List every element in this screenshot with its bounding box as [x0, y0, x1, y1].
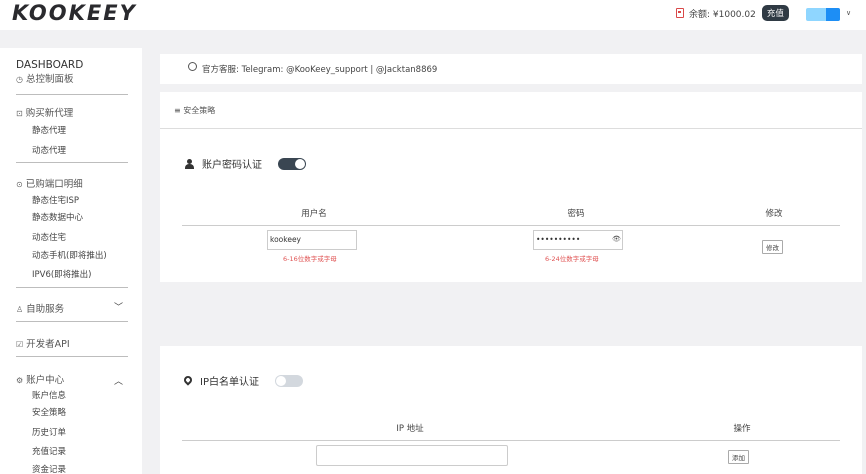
buy-proxy-label: 购买新代理: [25, 108, 74, 119]
add-button[interactable]: 添加: [728, 450, 749, 464]
password-auth-title: 账户密码认证: [202, 160, 262, 171]
sidebar-dashboard[interactable]: DASHBOARD ◷ 总控制面板: [16, 59, 83, 85]
balance-label: 余额: ¥1000.02: [689, 9, 756, 20]
column-modify: 修改: [765, 209, 783, 219]
edit-icon: ☑: [16, 340, 24, 349]
user-avatar[interactable]: [806, 8, 840, 21]
username-input[interactable]: kookeey: [267, 230, 357, 250]
divider: [16, 321, 128, 322]
ip-whitelist-panel: IP白名单认证 IP 地址 操作 添加: [160, 346, 862, 474]
ip-whitelist-title: IP白名单认证: [200, 377, 259, 388]
sidebar-item-recharge-records[interactable]: 充值记录: [32, 445, 66, 457]
sidebar-purchased[interactable]: ⊙ 已购端口明细: [16, 176, 83, 190]
sidebar: DASHBOARD ◷ 总控制面板 ⊡ 购买新代理 静态代理 动态代理 ⊙ 已购端口明…: [0, 48, 142, 474]
sidebar-item-orders[interactable]: 历史订单: [32, 426, 66, 438]
purchased-label: 已购端口明细: [25, 179, 83, 190]
list-icon: ⊙: [16, 180, 23, 189]
dashboard-sub: 总控制面板: [25, 74, 74, 85]
column-ip-address: IP 地址: [396, 424, 424, 434]
sidebar-item-account-info[interactable]: 账户信息: [32, 389, 66, 401]
clock-icon: ◷: [16, 75, 23, 84]
eye-icon[interactable]: 👁: [612, 235, 621, 243]
ip-whitelist-toggle[interactable]: [274, 374, 303, 387]
chevron-down-icon[interactable]: ∨: [846, 9, 851, 17]
password-auth-toggle[interactable]: [278, 157, 306, 170]
divider: [16, 162, 128, 163]
recharge-button[interactable]: 充值: [761, 5, 789, 21]
location-pin-icon: [184, 376, 192, 386]
developer-api-label: 开发者API: [26, 339, 70, 350]
cart-icon: ⊡: [16, 109, 23, 118]
sidebar-buy-proxy[interactable]: ⊡ 购买新代理: [16, 105, 73, 119]
divider: [16, 287, 128, 288]
page-title: ≡ 安全策略: [160, 92, 862, 129]
sidebar-item-static-proxy[interactable]: 静态代理: [32, 124, 66, 136]
announcement-bar: 官方客服: Telegram: @KooKeey_support | @Jack…: [160, 54, 862, 84]
balance-area: 余额: ¥1000.02 充值: [676, 5, 789, 21]
account-icon: ⚙: [16, 376, 24, 385]
divider: [16, 94, 128, 95]
sidebar-item-dynamic-proxy[interactable]: 动态代理: [32, 144, 66, 156]
security-panel: ≡ 安全策略 账户密码认证 用户名 密码 修改 kookeey 6-16位数字或…: [160, 92, 862, 282]
sidebar-item-dynamic-mobile[interactable]: 动态手机(即将推出): [32, 249, 107, 261]
table-divider: [182, 440, 840, 441]
username-hint: 6-16位数字或字母: [283, 255, 337, 263]
sidebar-item-static-isp[interactable]: 静态住宅ISP: [32, 194, 79, 206]
account-center-label: 账户中心: [26, 375, 65, 386]
ip-address-input[interactable]: [316, 445, 508, 466]
sidebar-item-static-dc[interactable]: 静态数据中心: [32, 211, 83, 223]
password-auth-section: 账户密码认证: [184, 156, 306, 171]
chevron-down-icon[interactable]: ﹀: [114, 300, 123, 313]
column-password: 密码: [567, 209, 585, 219]
logo[interactable]: KOOKEEY: [12, 1, 137, 25]
user-icon: [184, 158, 194, 169]
sidebar-item-fund-records[interactable]: 资金记录: [32, 463, 66, 474]
modify-button[interactable]: 修改: [762, 240, 783, 254]
table-divider: [182, 225, 840, 226]
user-icon: ♙: [16, 305, 24, 314]
self-service-label: 自助服务: [26, 304, 65, 315]
column-username: 用户名: [301, 209, 327, 219]
sidebar-developer-api[interactable]: ☑ 开发者API: [16, 336, 70, 350]
password-hint: 6-24位数字或字母: [545, 255, 599, 263]
sidebar-account-center[interactable]: ⚙ 账户中心: [16, 372, 64, 386]
column-actions: 操作: [733, 424, 751, 434]
password-input[interactable]: ••••••••••: [533, 230, 623, 250]
sidebar-self-service[interactable]: ♙ 自助服务: [16, 301, 64, 315]
info-icon: [188, 62, 197, 71]
sidebar-item-ipv6[interactable]: IPV6(即将推出): [32, 268, 92, 280]
wallet-icon: [676, 8, 684, 18]
chevron-up-icon[interactable]: ︿: [114, 374, 123, 387]
sidebar-item-security[interactable]: 安全策略: [32, 406, 66, 418]
sidebar-item-dynamic-residential[interactable]: 动态住宅: [32, 231, 66, 243]
top-bar: KOOKEEY 余额: ¥1000.02 充值 ∨: [0, 0, 866, 30]
divider: [16, 356, 128, 357]
dashboard-title: DASHBOARD: [16, 59, 84, 71]
ip-whitelist-section: IP白名单认证: [184, 373, 303, 388]
announcement-text[interactable]: 官方客服: Telegram: @KooKeey_support | @Jack…: [202, 65, 437, 75]
